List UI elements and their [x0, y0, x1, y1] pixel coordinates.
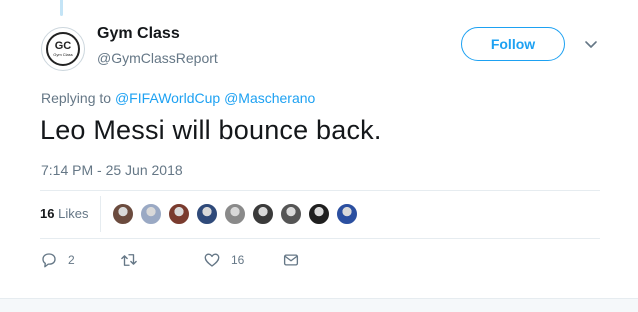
direct-message-action[interactable] — [282, 251, 300, 269]
replying-to-label: Replying to — [41, 90, 112, 106]
liker-avatar-5[interactable] — [224, 203, 246, 225]
tweet-text: Leo Messi will bounce back. — [40, 115, 382, 145]
avatar-logo: GC Gym Class — [46, 32, 80, 66]
liker-avatar-9[interactable] — [336, 203, 358, 225]
page-background-strip — [0, 299, 638, 312]
tweet-actions: 2 16 — [40, 251, 600, 275]
liker-avatar-8[interactable] — [308, 203, 330, 225]
envelope-icon — [283, 254, 299, 266]
author-name[interactable]: Gym Class — [97, 25, 180, 43]
likes-label: Likes — [58, 206, 89, 221]
tweet-timestamp[interactable]: 7:14 PM - 25 Jun 2018 — [41, 162, 183, 178]
heart-icon — [204, 253, 220, 267]
mention-link-fifaworldcup[interactable]: @FIFAWorldCup — [115, 90, 220, 106]
chevron-down-icon[interactable] — [583, 36, 599, 52]
thread-connector-line — [60, 0, 63, 16]
author-handle[interactable]: @GymClassReport — [97, 50, 218, 66]
reply-count: 2 — [68, 253, 75, 267]
liker-avatar-6[interactable] — [252, 203, 274, 225]
liker-avatar-1[interactable] — [112, 203, 134, 225]
retweet-action[interactable] — [120, 251, 148, 269]
likes-count-link[interactable]: 16 Likes — [40, 206, 88, 221]
likes-separator — [100, 196, 101, 232]
like-count: 16 — [231, 253, 245, 267]
replying-to: Replying to @FIFAWorldCup @Mascherano — [41, 90, 315, 106]
liker-avatar-2[interactable] — [140, 203, 162, 225]
avatar-logo-text: GC — [54, 40, 72, 52]
divider-top — [40, 190, 600, 191]
liker-avatar-3[interactable] — [168, 203, 190, 225]
reply-icon — [42, 253, 56, 268]
retweet-icon — [121, 254, 137, 266]
author-avatar[interactable]: GC Gym Class — [41, 27, 85, 71]
avatar-logo-subtext: Gym Class — [53, 52, 73, 57]
liker-avatar-7[interactable] — [280, 203, 302, 225]
follow-button[interactable]: Follow — [461, 27, 565, 61]
divider-bottom — [40, 238, 600, 239]
like-action[interactable]: 16 — [203, 251, 244, 269]
likes-count: 16 — [40, 206, 55, 221]
liker-avatar-4[interactable] — [196, 203, 218, 225]
likes-summary: 16 Likes — [40, 192, 600, 238]
mention-link-mascherano[interactable]: @Mascherano — [224, 90, 315, 106]
reply-action[interactable]: 2 — [40, 251, 75, 269]
